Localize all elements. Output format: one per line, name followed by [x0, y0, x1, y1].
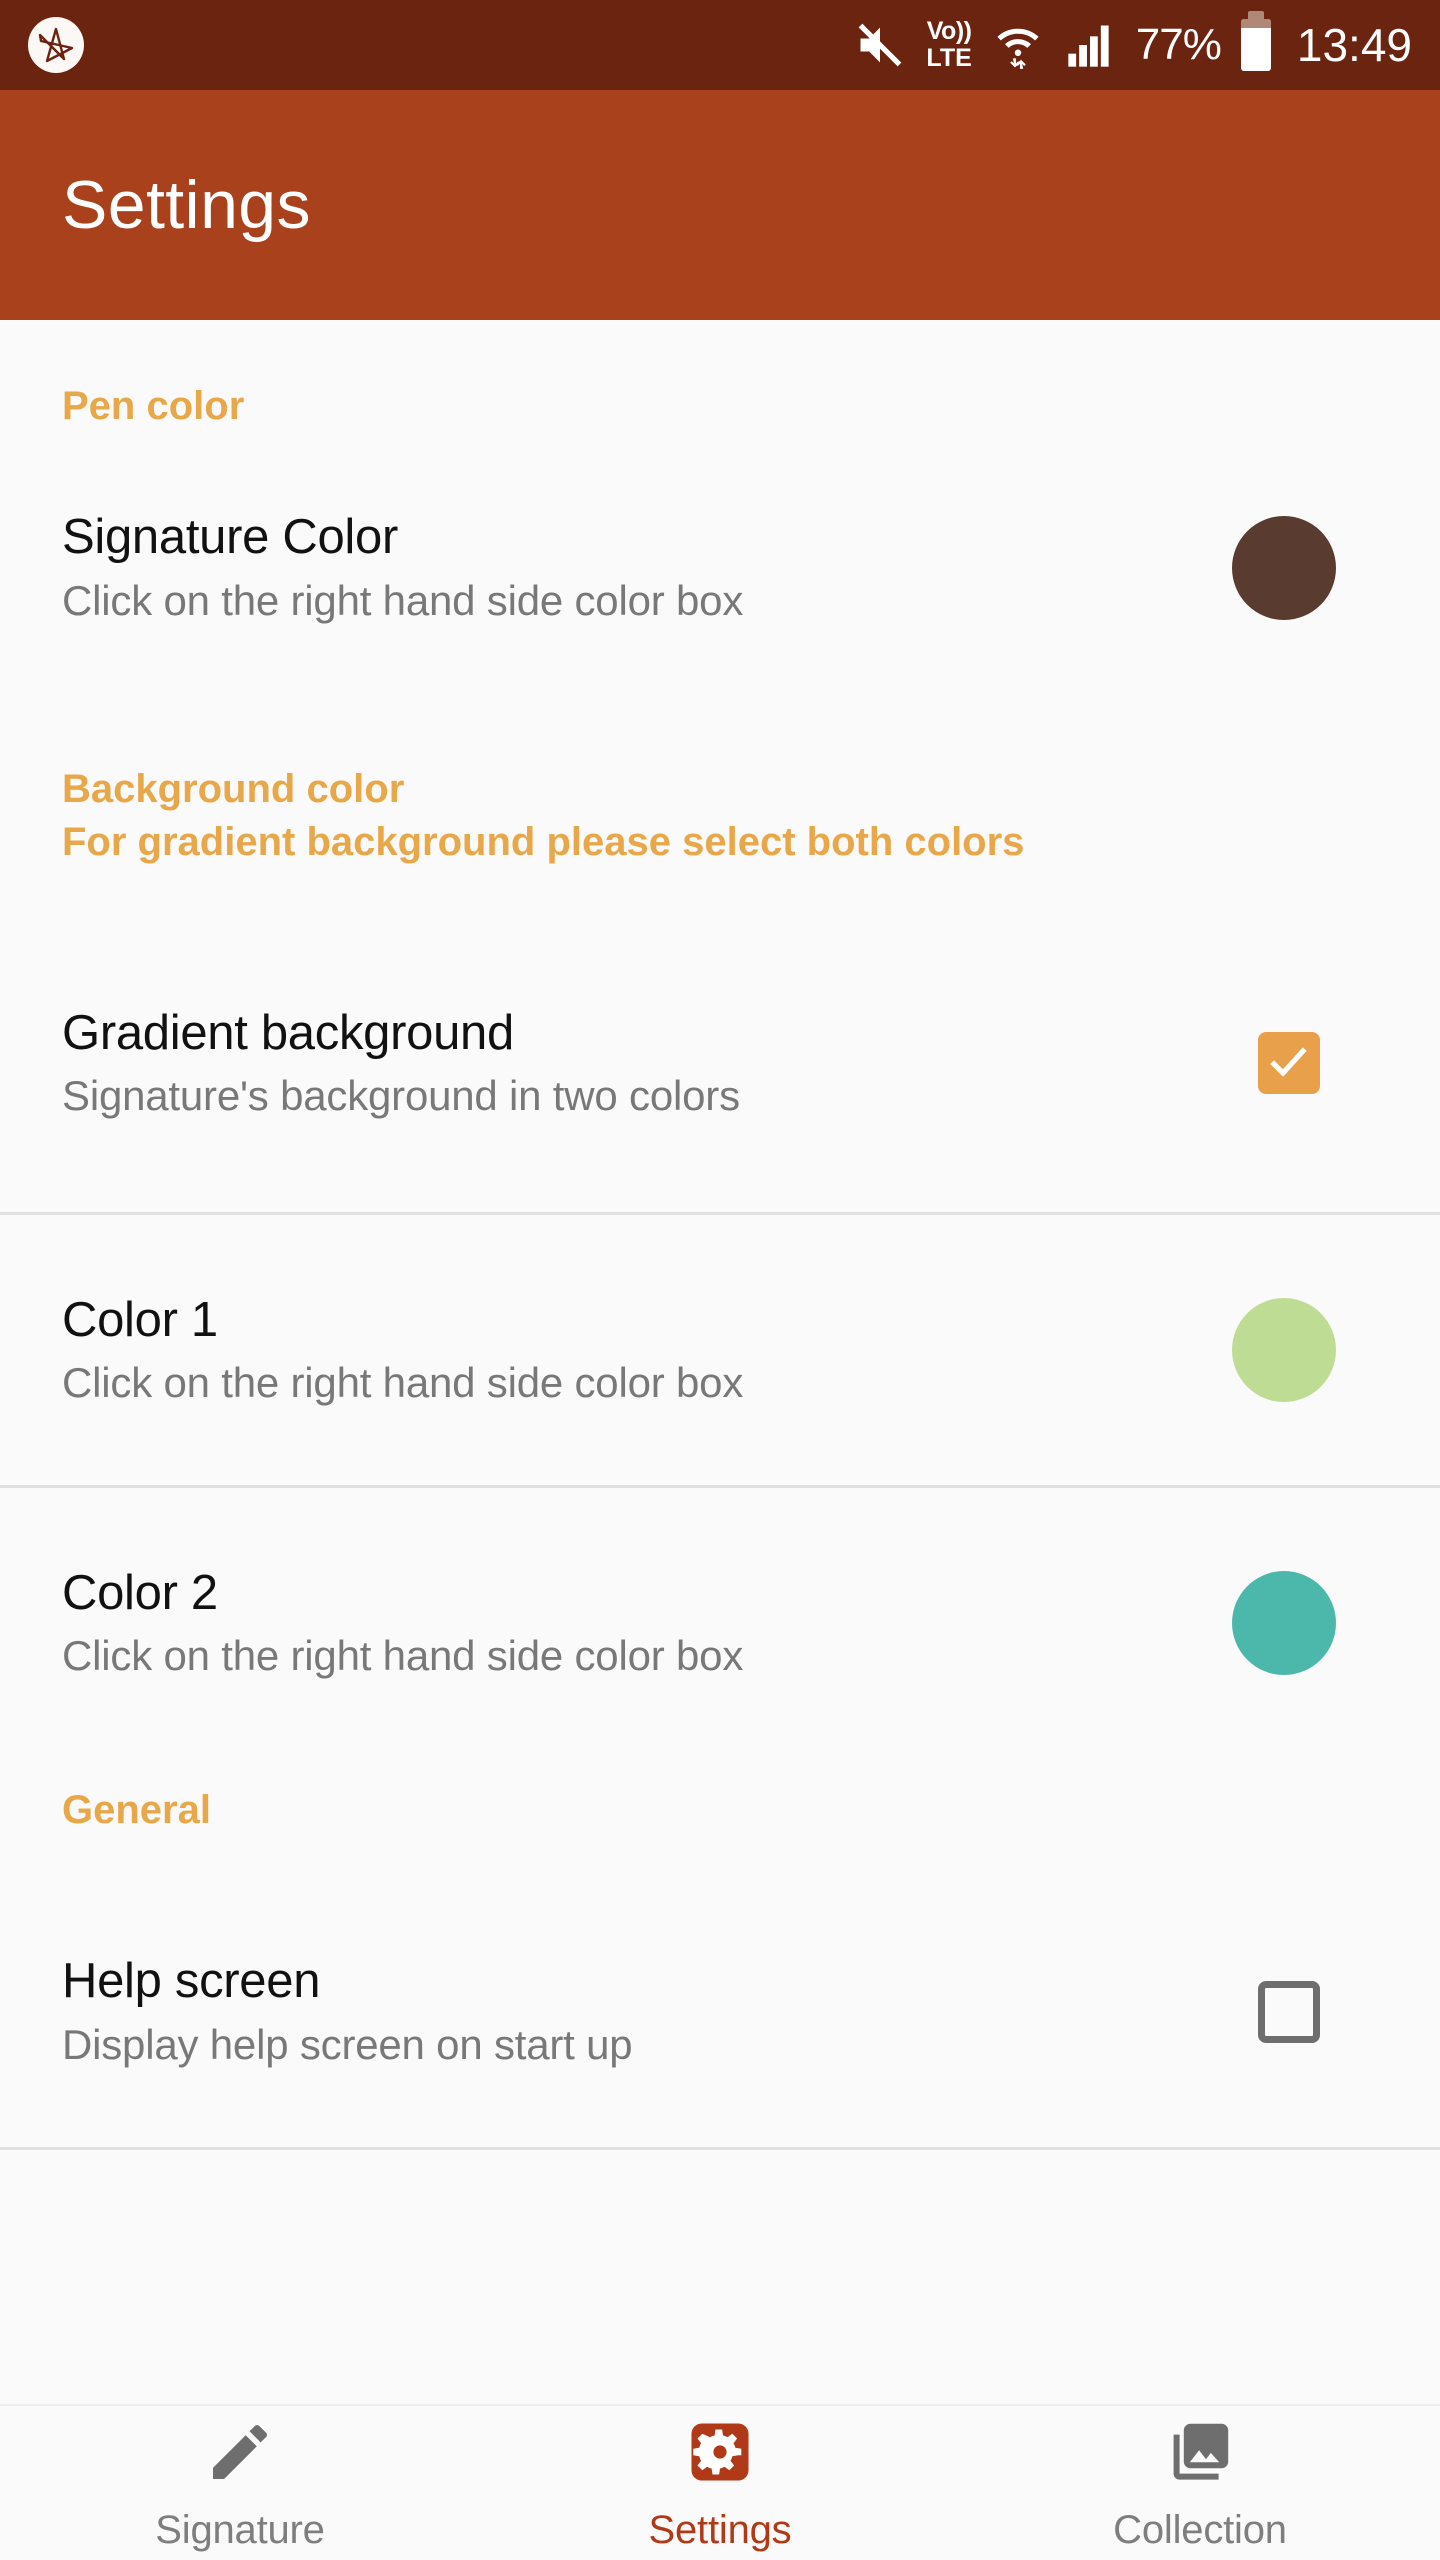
photo-library-icon [1164, 2414, 1236, 2490]
mute-icon [854, 19, 906, 71]
nav-label: Collection [1113, 2507, 1287, 2552]
pref-summary: Click on the right hand side color box [62, 576, 744, 624]
signal-bars-icon [1064, 19, 1116, 71]
settings-list: Pen color Signature Color Click on the r… [0, 320, 1440, 2328]
pref-row-signature-color[interactable]: Signature Color Click on the right hand … [0, 493, 1440, 643]
status-bar: Vo)) LTE 77% 13:49 [0, 0, 1440, 90]
section-header-line2: For gradient background please select bo… [62, 819, 1025, 864]
pref-title: Help screen [62, 1954, 321, 2009]
color-swatch-signature[interactable] [1232, 515, 1336, 620]
pref-title: Color 2 [62, 1565, 218, 1620]
nav-item-settings[interactable]: Settings [480, 2414, 960, 2553]
pref-summary: Signature's background in two colors [62, 1072, 740, 1120]
clock-label: 13:49 [1296, 19, 1412, 71]
signature-star-icon [28, 17, 84, 73]
nav-label: Signature [155, 2507, 325, 2552]
battery-percent-label: 77% [1135, 20, 1222, 69]
status-icons-group: Vo)) LTE 77% 13:49 [854, 11, 1412, 72]
pref-text-group: Help screen Display help screen on start… [62, 1952, 1258, 2072]
pref-text-group: Gradient background Signature's backgrou… [62, 1004, 1258, 1124]
pref-title: Gradient background [62, 1005, 514, 1060]
wifi-icon [992, 19, 1044, 71]
pencil-icon [204, 2414, 276, 2490]
bottom-nav-gap [0, 2328, 1440, 2404]
section-header-pen-color: Pen color [62, 384, 245, 428]
pref-text-group: Color 2 Click on the right hand side col… [62, 1564, 1232, 1684]
pref-row-gradient-background[interactable]: Gradient background Signature's backgrou… [0, 988, 1440, 1138]
list-divider [0, 2147, 1440, 2151]
check-icon [1270, 1047, 1307, 1078]
pref-summary: Click on the right hand side color box [62, 1632, 744, 1680]
volte-icon: Vo)) LTE [926, 17, 972, 72]
color-swatch-color-2[interactable] [1232, 1571, 1336, 1676]
nav-item-collection[interactable]: Collection [960, 2414, 1440, 2553]
page-title: Settings [62, 167, 311, 243]
checkbox-help-screen[interactable] [1258, 1981, 1320, 2044]
color-swatch-color-1[interactable] [1232, 1298, 1336, 1403]
pref-title: Signature Color [62, 510, 398, 565]
pref-text-group: Signature Color Click on the right hand … [62, 508, 1232, 628]
pref-summary: Click on the right hand side color box [62, 1359, 744, 1407]
nav-label: Settings [648, 2507, 792, 2552]
nav-item-signature[interactable]: Signature [0, 2414, 480, 2553]
pref-summary: Display help screen on start up [62, 2021, 633, 2069]
section-header-line1: Background color [62, 766, 405, 811]
pref-row-help-screen[interactable]: Help screen Display help screen on start… [0, 1937, 1440, 2087]
battery-icon [1240, 11, 1271, 71]
pref-row-color-2[interactable]: Color 2 Click on the right hand side col… [0, 1548, 1440, 1698]
pref-row-color-1[interactable]: Color 1 Click on the right hand side col… [0, 1275, 1440, 1425]
gear-icon [684, 2414, 756, 2490]
bottom-navigation-bar: Signature Settings Collection [0, 2404, 1440, 2560]
section-header-general: General [62, 1788, 211, 1833]
app-bar: Settings [0, 90, 1440, 320]
pref-text-group: Color 1 Click on the right hand side col… [62, 1291, 1232, 1411]
section-header-background-color: Background color For gradient background… [0, 763, 1440, 869]
checkbox-gradient-background[interactable] [1258, 1032, 1320, 1095]
pref-title: Color 1 [62, 1292, 218, 1347]
